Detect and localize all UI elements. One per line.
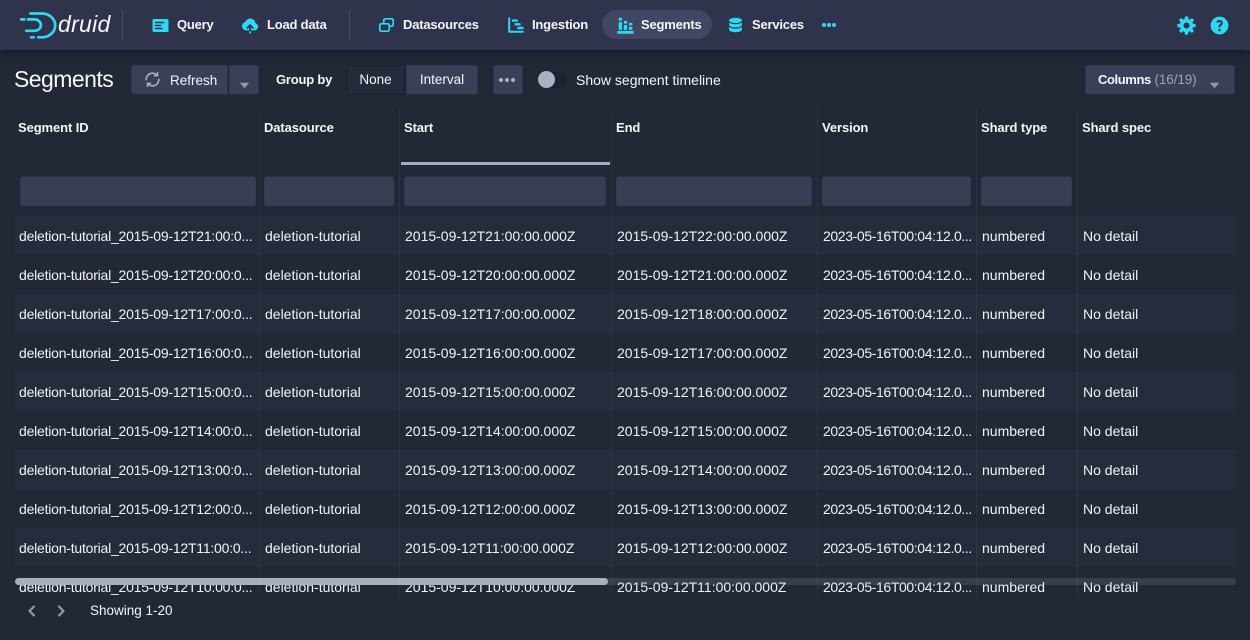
svg-text:druid: druid — [58, 11, 112, 37]
